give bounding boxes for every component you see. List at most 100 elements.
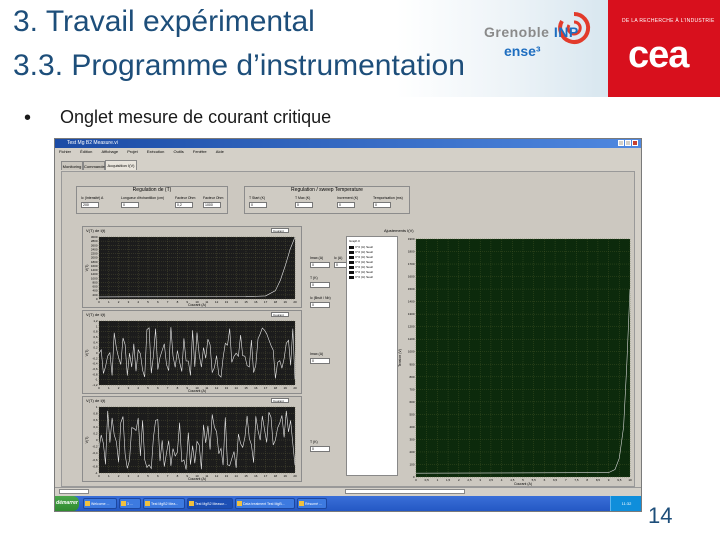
field-label: Longueur d'échantillon (cm) (121, 196, 165, 200)
x-tick-label: 1 (108, 300, 110, 304)
system-tray-clock[interactable]: 11:32 (610, 496, 641, 511)
x-tick-label: 15 (244, 386, 248, 390)
close-icon[interactable] (632, 140, 638, 146)
field-input[interactable]: 1000 (203, 202, 221, 208)
x-tick-label: 8,5 (596, 478, 601, 482)
plot-selector[interactable]: Courant (271, 398, 289, 403)
taskbar-item[interactable]: Welcome ... (83, 498, 117, 509)
y-tick-label: 1800 (91, 260, 98, 264)
readout-label: Imax (A) (310, 256, 324, 260)
y-tick-label: 0,6 (93, 335, 98, 339)
x-tick-label: 0,5 (425, 478, 430, 482)
taskbar: démarrer Welcome ... 3 ... Test MgB2 Mea… (55, 496, 641, 511)
y-tick-label: 0,2 (93, 346, 98, 350)
menu-item[interactable]: Édition (80, 149, 92, 154)
tab-acquisition[interactable]: Acquisition I(V) (105, 160, 137, 170)
y-tick-label: 1200 (408, 325, 415, 329)
app-icon (189, 501, 194, 506)
y-tick-label: -0,6 (92, 367, 98, 371)
menu-item[interactable]: Aide (216, 149, 224, 154)
x-tick-label: 18 (274, 300, 278, 304)
x-tick-label: 8 (177, 300, 179, 304)
y-tick-label: 400 (92, 289, 97, 293)
x-tick-label: 16 (254, 474, 258, 478)
y-tick-label: -0,4 (92, 362, 98, 366)
app-icon (145, 501, 150, 506)
status-field (345, 489, 465, 494)
field-input[interactable]: 200 (81, 202, 99, 208)
taskbar-item[interactable]: 3 ... (119, 498, 141, 509)
legend-item: V^2 (Ic) Seuil (349, 260, 373, 264)
x-tick-label: 18 (274, 474, 278, 478)
plot-selector[interactable]: Courant (271, 228, 289, 233)
y-tick-label: 3000 (91, 235, 98, 239)
group-title: Regulation de (T) (132, 187, 172, 193)
y-tick-label: 0,4 (93, 340, 98, 344)
app-icon (121, 501, 126, 506)
y-tick-label: 300 (409, 437, 414, 441)
taskbar-item[interactable]: Test MgB2 Mea... (143, 498, 185, 509)
x-tick-label: 3 (128, 386, 130, 390)
slide-title: 3. Travail expérimental (13, 5, 315, 38)
field-input[interactable]: 0 (295, 202, 313, 208)
field-input[interactable]: 0 (373, 202, 391, 208)
menu-item[interactable]: Outils (174, 149, 184, 154)
minimize-icon[interactable] (618, 140, 624, 146)
x-tick-label: 10 (628, 478, 632, 482)
readout-value: 0 (310, 302, 330, 308)
plot-selector[interactable]: Courant (271, 312, 289, 317)
taskbar-item[interactable]: Data treatment Test MgB... (235, 498, 295, 509)
field-input[interactable]: 0 (337, 202, 355, 208)
field-label: Facteur Ohm (203, 196, 224, 200)
y-tick-label: -1 (95, 378, 98, 382)
legend-swatch (349, 260, 354, 264)
x-tick-label: 7 (565, 478, 567, 482)
x-axis-label: Courant (A) (188, 303, 206, 307)
field-input[interactable]: 0 (121, 202, 139, 208)
x-tick-label: 0 (98, 300, 100, 304)
plot-panel-3: V(T) de I(t) Courant 0 1 2 3 4 5 6 7 8 9 10 11 12 13 1… (82, 396, 302, 482)
menu-item[interactable]: Exécution (147, 149, 165, 154)
y-tick-label: 500 (409, 412, 414, 416)
x-tick-label: 1,5 (446, 478, 451, 482)
y-axis-label: Tension (V) (398, 349, 402, 367)
maximize-icon[interactable] (625, 140, 631, 146)
x-tick-label: 4 (137, 474, 139, 478)
y-tick-label: 1 (96, 405, 98, 409)
menu-item[interactable]: Affichage (102, 149, 119, 154)
x-tick-label: 4 (137, 386, 139, 390)
menu-item[interactable]: Fenêtre (193, 149, 207, 154)
app-icon (85, 501, 90, 506)
y-tick-label: -0,4 (92, 451, 98, 455)
field-label: T Max (K) (295, 196, 311, 200)
taskbar-item[interactable]: Résumé ... (297, 498, 327, 509)
field-input[interactable]: 0 (249, 202, 267, 208)
readout-value: 0 (310, 358, 330, 364)
x-tick-label: 6,5 (553, 478, 558, 482)
x-tick-label: 12 (215, 300, 219, 304)
y-tick-label: 1500 (408, 287, 415, 291)
y-axis-label: V(T) (85, 265, 89, 272)
field-input[interactable]: 0,2 (175, 202, 193, 208)
x-tick-label: 5 (147, 474, 149, 478)
tab-commande[interactable]: Commande (83, 161, 105, 170)
temperature-group: Regulation / sweep Temperature T Start (… (244, 186, 410, 214)
x-tick-label: 0 (98, 386, 100, 390)
app-icon (237, 501, 242, 506)
menu-item[interactable]: Projet (127, 149, 137, 154)
y-tick-label: 400 (409, 425, 414, 429)
start-button[interactable]: démarrer (55, 496, 79, 511)
y-tick-label: -1,2 (92, 383, 98, 387)
bullet-text: Onglet mesure de courant critique (60, 107, 332, 127)
y-tick-label: 800 (92, 280, 97, 284)
y-tick-label: 1000 (408, 350, 415, 354)
field-label: Ic (Intensité) A (81, 196, 104, 200)
inp-name: Grenoble INP (484, 24, 579, 40)
menu-item[interactable]: Fichier (59, 149, 71, 154)
y-tick-label: 100 (409, 462, 414, 466)
tab-monitoring[interactable]: Monitoring (61, 161, 83, 170)
y-tick-label: -0,2 (92, 445, 98, 449)
taskbar-item[interactable]: Test MgB2 Measur... (187, 498, 233, 509)
field-label: Facteur Ohm (175, 196, 196, 200)
regulation-group: Regulation de (T) Ic (Intensité) A 200 L… (76, 186, 228, 214)
